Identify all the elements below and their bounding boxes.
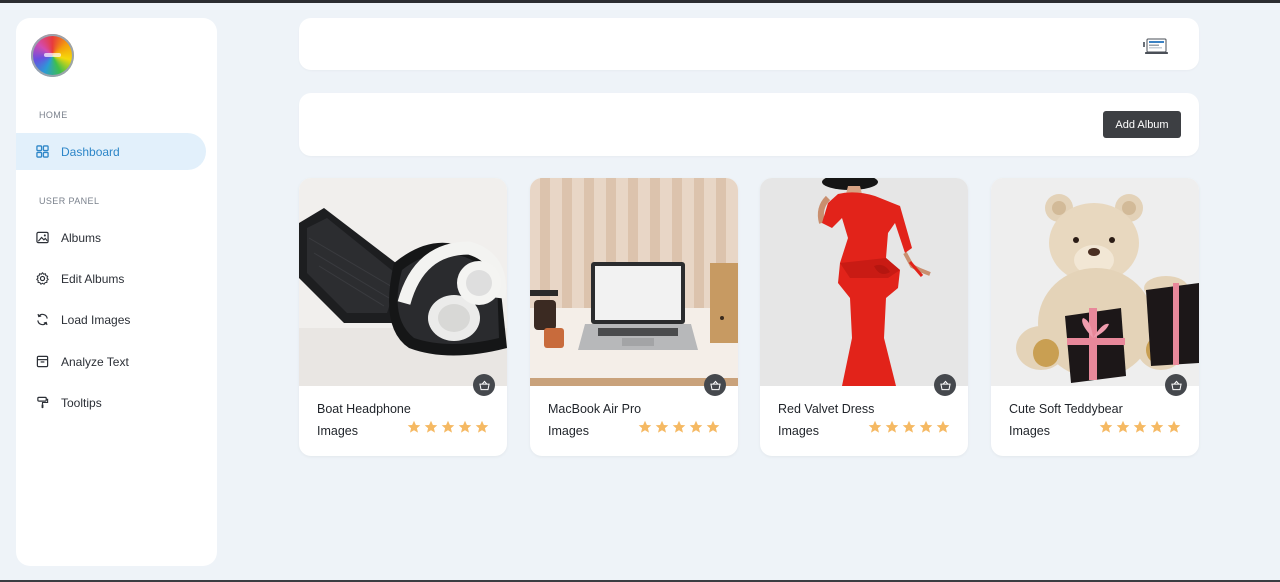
album-title: Cute Soft Teddybear [1009,402,1123,416]
basket-icon[interactable] [1165,374,1187,396]
rating-stars [1099,420,1181,434]
star-icon [885,420,899,433]
grid-icon [36,145,49,158]
sidebar-item-load-images[interactable]: Load Images [16,301,206,338]
album-card[interactable]: MacBook Air Pro Images [530,178,738,456]
refresh-icon [36,313,49,326]
paint-roller-icon [36,396,49,409]
sidebar: HOME Dashboard USER PANEL Albums Edit Al… [16,18,217,566]
archive-icon [36,355,49,368]
rating-stars [868,420,950,434]
sidebar-item-dashboard[interactable]: Dashboard [16,133,206,170]
star-icon [902,420,916,433]
star-icon [936,420,950,433]
window-top-strip [0,0,1280,3]
sidebar-item-label: Albums [61,230,102,245]
sidebar-item-albums[interactable]: Albums [16,219,206,256]
basket-icon[interactable] [704,374,726,396]
album-subtitle: Images [778,424,819,438]
image-icon [36,231,49,244]
section-label-user-panel: USER PANEL [39,196,100,206]
album-card[interactable]: Red Valvet Dress Images [760,178,968,456]
star-icon [655,420,669,433]
star-icon [1150,420,1164,433]
monitor-icon[interactable] [1143,38,1169,56]
basket-icon[interactable] [473,374,495,396]
sidebar-item-analyze-text[interactable]: Analyze Text [16,343,206,380]
album-image-teddybear [991,178,1199,386]
star-icon [706,420,720,433]
star-icon [407,420,421,433]
sidebar-item-label: Dashboard [61,144,120,159]
gear-icon [36,272,49,285]
star-icon [638,420,652,433]
album-subtitle: Images [548,424,589,438]
star-icon [1167,420,1181,433]
sidebar-item-label: Load Images [61,312,131,327]
section-label-home: HOME [39,110,68,120]
star-icon [919,420,933,433]
rating-stars [407,420,489,434]
star-icon [868,420,882,433]
album-subtitle: Images [317,424,358,438]
album-title: MacBook Air Pro [548,402,642,416]
album-card[interactable]: Boat Headphone Images [299,178,507,456]
sidebar-item-label: Tooltips [61,395,102,410]
sidebar-item-edit-albums[interactable]: Edit Albums [16,260,206,297]
album-title: Red Valvet Dress [778,402,875,416]
star-icon [1099,420,1113,433]
album-card[interactable]: Cute Soft Teddybear Images [991,178,1199,456]
album-title: Boat Headphone [317,402,411,416]
star-icon [475,420,489,433]
star-icon [672,420,686,433]
star-icon [441,420,455,433]
album-subtitle: Images [1009,424,1050,438]
album-image-laptop [530,178,738,386]
star-icon [1133,420,1147,433]
sidebar-item-label: Analyze Text [61,354,129,369]
rating-stars [638,420,720,434]
top-header [299,18,1199,70]
album-toolbar: Add Album [299,93,1199,156]
add-album-button[interactable]: Add Album [1103,111,1181,138]
album-image-red-dress [760,178,968,386]
sidebar-item-label: Edit Albums [61,271,125,286]
basket-icon[interactable] [934,374,956,396]
app-logo[interactable] [31,34,74,77]
star-icon [689,420,703,433]
star-icon [1116,420,1130,433]
star-icon [458,420,472,433]
album-image-headphone [299,178,507,386]
star-icon [424,420,438,433]
sidebar-item-tooltips[interactable]: Tooltips [16,384,206,421]
